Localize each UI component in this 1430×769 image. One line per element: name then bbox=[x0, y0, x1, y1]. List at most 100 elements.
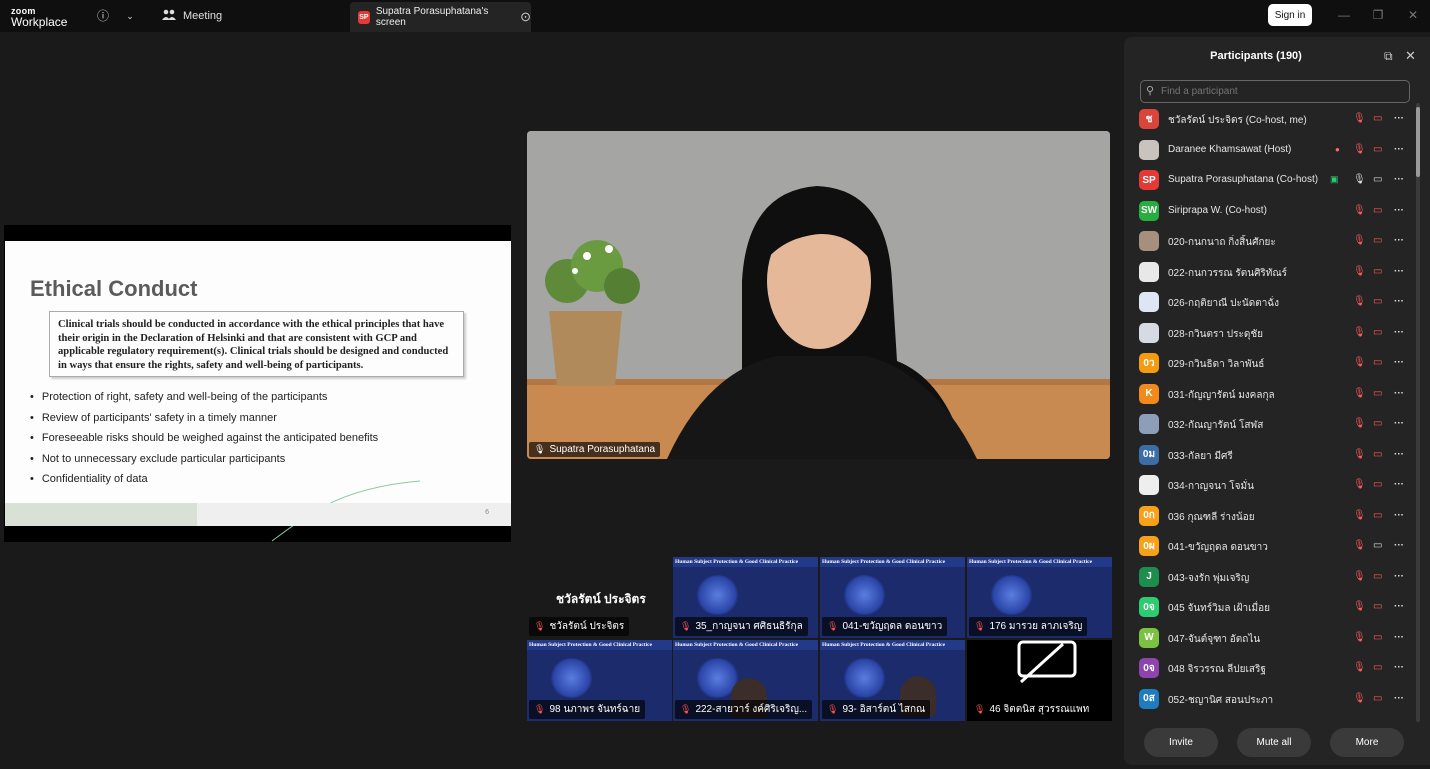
mic-muted-icon: 🎙 bbox=[1353, 662, 1366, 673]
speaker-video[interactable]: 🎙 Supatra Porasuphatana bbox=[527, 131, 1110, 459]
participant-row[interactable]: 0จ 045 จันทร์วิมล เฝ้าเมื่อย 🎙 ▭ ··· bbox=[1124, 593, 1414, 624]
mic-muted-icon: 🎙 bbox=[974, 704, 986, 714]
more-options-icon[interactable]: ··· bbox=[1394, 144, 1404, 155]
video-off-icon: ▭ bbox=[1373, 418, 1383, 429]
participant-row[interactable]: 032-กัณญารัตน์ โสฬส 🎙 ▭ ··· bbox=[1124, 410, 1414, 441]
video-off-icon: ▭ bbox=[1373, 143, 1383, 155]
mic-muted-icon: 🎙 bbox=[534, 621, 546, 631]
meeting-tab[interactable]: Meeting bbox=[162, 7, 222, 25]
participant-list-scroll-thumb[interactable] bbox=[1416, 107, 1420, 177]
participant-avatar bbox=[1139, 261, 1159, 282]
participant-row[interactable]: 0ผ 041-ขวัญฤดล ดอนขาว 🎙 ▭ ··· bbox=[1124, 532, 1414, 563]
participant-video-tile[interactable]: 🎙 46 จิตตนิส สุวรรณแพท bbox=[967, 640, 1112, 721]
participant-avatar: ช bbox=[1139, 109, 1159, 129]
participant-row[interactable]: 022-กนกวรรณ รัตนศิริทัณร์ 🎙 ▭ ··· bbox=[1124, 258, 1414, 289]
more-options-icon[interactable]: ··· bbox=[1394, 388, 1404, 399]
mic-muted-icon: 🎙 bbox=[1353, 631, 1366, 643]
more-options-icon[interactable]: ··· bbox=[1394, 479, 1404, 490]
mute-all-button[interactable]: Mute all bbox=[1237, 728, 1311, 757]
more-options-icon[interactable]: ··· bbox=[1394, 357, 1404, 368]
participant-avatar: 0ก bbox=[1139, 505, 1159, 526]
shared-screen: Ethical Conduct Clinical trials should b… bbox=[4, 225, 511, 542]
minimize-icon[interactable]: — bbox=[1336, 8, 1352, 22]
sign-in-button[interactable]: Sign in bbox=[1268, 4, 1312, 26]
tile-name-tag: 🎙 35_กาญจนา ศศิธนธิรักุล bbox=[675, 617, 808, 636]
close-window-icon[interactable]: ✕ bbox=[1405, 8, 1421, 22]
speaker-name: Supatra Porasuphatana bbox=[549, 444, 656, 455]
pop-out-icon[interactable]: ⧉ bbox=[1384, 49, 1393, 64]
participant-row[interactable]: J 043-จงรัก พุ่มเจริญ 🎙 ▭ ··· bbox=[1124, 563, 1414, 594]
mic-muted-icon: 🎙 bbox=[1353, 540, 1366, 551]
more-button[interactable]: More bbox=[1330, 728, 1404, 757]
name-only-tile[interactable]: ชวัลรัตน์ ประจิตร 🎙 ชวัลรัตน์ ประจิตร bbox=[527, 557, 672, 638]
participant-name: 045 จันทร์วิมล เฝ้าเมื่อย bbox=[1168, 603, 1271, 614]
participant-avatar: 0ม bbox=[1139, 444, 1159, 465]
tile-background-art bbox=[842, 575, 887, 615]
participant-video-tile[interactable]: Human Subject Protection & Good Clinical… bbox=[673, 557, 818, 638]
slide-bullet: Review of participants' safety in a time… bbox=[30, 412, 378, 433]
participant-list-scrollbar[interactable] bbox=[1416, 103, 1420, 722]
more-options-icon[interactable]: ··· bbox=[1394, 540, 1404, 551]
slide-footer-left bbox=[5, 503, 197, 526]
participant-video-tile[interactable]: Human Subject Protection & Good Clinical… bbox=[820, 557, 965, 638]
more-options-icon[interactable]: ··· bbox=[1394, 601, 1404, 612]
more-options-icon[interactable]: ··· bbox=[1394, 693, 1404, 704]
participant-row[interactable]: 0ส 052-ชญานิศ สอนประภา 🎙 ▭ ··· bbox=[1124, 685, 1414, 716]
participant-avatar bbox=[1139, 231, 1159, 251]
more-options-icon[interactable]: ··· bbox=[1394, 235, 1404, 246]
maximize-icon[interactable]: ❐ bbox=[1370, 8, 1386, 22]
tile-name-tag: 🎙 041-ขวัญฤดล ดอนขาว bbox=[822, 617, 948, 636]
participant-row[interactable]: SP Supatra Porasuphatana (Co-host) ▣ 🎙 ▭ ··· bbox=[1124, 166, 1414, 197]
screen-share-tab[interactable]: SP Supatra Porasuphatana's screen ⊙ bbox=[350, 2, 531, 32]
participant-video-tile[interactable]: Human Subject Protection & Good Clinical… bbox=[967, 557, 1112, 638]
participant-row[interactable]: 028-กวินตรา ประดุชัย 🎙 ▭ ··· bbox=[1124, 319, 1414, 350]
invite-button[interactable]: Invite bbox=[1144, 728, 1218, 757]
participant-row[interactable]: 034-กาญจนา โจมั่น 🎙 ▭ ··· bbox=[1124, 471, 1414, 502]
participant-row[interactable]: 0ว 029-กวินธิดา วิลาพันธ์ 🎙 ▭ ··· bbox=[1124, 349, 1414, 380]
more-options-icon[interactable]: ··· bbox=[1394, 174, 1404, 185]
video-off-icon: ▭ bbox=[1373, 692, 1383, 704]
more-options-icon[interactable]: ··· bbox=[1394, 113, 1404, 124]
more-options-icon[interactable]: ··· bbox=[1394, 205, 1404, 216]
participant-row[interactable]: ช ชวัลรัตน์ ประจิตร (Co-host, me) 🎙 ▭ ··· bbox=[1124, 105, 1414, 136]
participant-row[interactable]: Daranee Khamsawat (Host) ● 🎙 ▭ ··· bbox=[1124, 136, 1414, 167]
participant-row[interactable]: W 047-จันต์จุฑา อัตถไน 🎙 ▭ ··· bbox=[1124, 624, 1414, 655]
mic-muted-icon: 🎙 bbox=[827, 621, 839, 631]
participant-name: Daranee Khamsawat (Host) bbox=[1168, 143, 1292, 155]
tile-banner: Human Subject Protection & Good Clinical… bbox=[673, 557, 818, 567]
participant-row[interactable]: 020-กนกนาถ กิ่งสิ้นศักยะ 🎙 ▭ ··· bbox=[1124, 227, 1414, 258]
mic-muted-icon: 🎙 bbox=[1353, 265, 1366, 277]
more-options-icon[interactable]: ··· bbox=[1394, 662, 1404, 673]
participant-video-tile[interactable]: Human Subject Protection & Good Clinical… bbox=[673, 640, 818, 721]
participant-row[interactable]: 026-กฤติยาณี ปะนัดตาฉั่ง 🎙 ▭ ··· bbox=[1124, 288, 1414, 319]
video-off-icon: ▭ bbox=[1373, 509, 1383, 521]
more-options-icon[interactable]: ··· bbox=[1394, 449, 1404, 460]
find-participant-input[interactable] bbox=[1140, 80, 1410, 103]
info-icon[interactable]: ⓘ bbox=[95, 8, 111, 24]
close-icon[interactable]: ✕ bbox=[1405, 48, 1416, 64]
participant-row[interactable]: 0จ 048 จิรวรรณ ลีปยเสริฐ 🎙 ▭ ··· bbox=[1124, 654, 1414, 685]
more-options-icon[interactable]: ··· bbox=[1394, 632, 1404, 643]
video-off-icon: ▭ bbox=[1373, 448, 1383, 460]
chevron-down-icon[interactable]: ⌄ bbox=[122, 8, 138, 24]
more-options-icon[interactable]: ··· bbox=[1394, 296, 1404, 307]
participant-row[interactable]: SW Siriprapa W. (Co-host) 🎙 ▭ ··· bbox=[1124, 197, 1414, 228]
tile-banner: Human Subject Protection & Good Clinical… bbox=[820, 557, 965, 567]
more-options-icon[interactable]: ··· bbox=[1394, 510, 1404, 521]
more-options-icon[interactable]: ⊙ bbox=[520, 9, 531, 25]
more-options-icon[interactable]: ··· bbox=[1394, 418, 1404, 429]
participant-row[interactable]: 0ม 033-กัลยา มีศรี 🎙 ▭ ··· bbox=[1124, 441, 1414, 472]
mic-muted-icon: 🎙 bbox=[680, 621, 692, 631]
video-off-icon: ▭ bbox=[1373, 570, 1383, 582]
video-off-icon: ▭ bbox=[1373, 326, 1383, 338]
participant-row[interactable]: 0ก 036 กุณฑลี ร่างน้อย 🎙 ▭ ··· bbox=[1124, 502, 1414, 533]
participant-video-tile[interactable]: Human Subject Protection & Good Clinical… bbox=[527, 640, 672, 721]
mic-muted-icon: 🎙 bbox=[1353, 387, 1366, 399]
mic-muted-icon: 🎙 bbox=[1353, 357, 1366, 368]
tile-name-tag: 🎙 176 มารวย ลาภเจริญ bbox=[969, 617, 1088, 636]
participant-row[interactable]: K 031-กัญญารัตน์ มงคลกุล 🎙 ▭ ··· bbox=[1124, 380, 1414, 411]
more-options-icon[interactable]: ··· bbox=[1394, 266, 1404, 277]
more-options-icon[interactable]: ··· bbox=[1394, 571, 1404, 582]
more-options-icon[interactable]: ··· bbox=[1394, 327, 1404, 338]
participant-video-tile[interactable]: Human Subject Protection & Good Clinical… bbox=[820, 640, 965, 721]
